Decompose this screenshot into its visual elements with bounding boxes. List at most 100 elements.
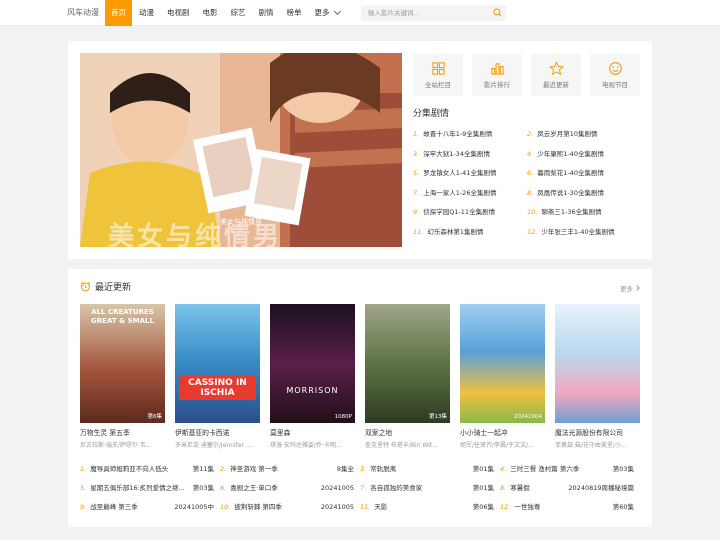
poster-image[interactable]: ALL CREATURES GREAT & SMALL 第6集 (80, 304, 165, 423)
episode-item[interactable]: 4. 少年康熙1-40全集剧情 (527, 149, 643, 160)
nav-home[interactable]: 首页 (105, 0, 132, 26)
nav-movie[interactable]: 电影 (197, 0, 224, 26)
episode-item[interactable]: 5. 罗龙镇女人1-41全集剧情 (413, 168, 527, 179)
nav-tv[interactable]: 电视剧 (161, 0, 196, 26)
episode-num: 12. (527, 227, 538, 236)
nav-anime[interactable]: 动漫 (133, 0, 160, 26)
star-icon (548, 61, 564, 76)
poster-image[interactable]: CASSINO IN ISCHIA (175, 304, 260, 423)
poster-card[interactable]: ALL CREATURES GREAT & SMALL 第6集 万物生灵 第五季… (80, 304, 165, 449)
list-item[interactable]: 3. 常轨脱离 第01集 (360, 464, 500, 475)
item-num: 9. (80, 503, 87, 511)
list-item[interactable]: 5. 星期五俱乐部16:炙烈爱情之继... 第03集 (80, 483, 220, 494)
episode-item[interactable]: 11. 幻乐森林第1集剧情 (413, 227, 527, 238)
quick-all-columns[interactable]: 全站栏目 (413, 54, 463, 96)
quick-label: 最近更新 (543, 81, 569, 89)
episode-item[interactable]: 3. 深牢大狱1-34全集剧情 (413, 149, 527, 160)
episode-num: 4. (527, 149, 534, 158)
poster-row: ALL CREATURES GREAT & SMALL 第6集 万物生灵 第五季… (80, 304, 640, 449)
quick-ranking[interactable]: 影片排行 (472, 54, 522, 96)
main-nav: 首页 动漫 电视剧 电影 综艺 剧情 榜单 更多 (105, 0, 347, 26)
recent-title: 最近更新 (95, 283, 132, 293)
poster-card[interactable]: MORRISON 1080P 莫里森 琪洛·安玛达雅姿/乔·卡明... (270, 304, 355, 449)
episode-item[interactable]: 6. 暮雨梨花1-40全集剧情 (527, 168, 643, 179)
quick-label: 全站栏目 (425, 81, 451, 89)
list-item[interactable]: 1. 魔导具师妲莉亚不向人低头 第11集 (80, 464, 220, 475)
poster-cast: 尼古拉斯·瑞夫/萨缪尔·韦... (80, 442, 152, 449)
episode-item[interactable]: 1. 故晋十八年1-9全集剧情 (413, 129, 527, 140)
episodes-title: 分集剧情 (413, 109, 450, 119)
episode-text: 深牢大狱1-34全集剧情 (423, 149, 490, 158)
recent-text-list: 1. 魔导具师妲莉亚不向人低头 第11集 2. 神圣游戏 第一季 8集全 3. 常轨脱离第… (80, 464, 640, 513)
item-num: 5. (80, 484, 87, 492)
list-item[interactable]: 9. 战至巅峰 第三季 20241005中 (80, 502, 220, 513)
list-item[interactable]: 7. 各自孤独的美食家 第01集 (360, 483, 500, 494)
poster-title-art: MORRISON (286, 386, 339, 395)
list-item[interactable]: 8. 寒暑假 20240819周播秘境篇 (500, 483, 640, 494)
episode-text: 少年张三丰1-40全集剧情 (541, 227, 615, 236)
quick-tv-program[interactable]: 电视节目 (590, 54, 640, 96)
item-name: 常轨脱离 (370, 465, 397, 473)
banner-caption: 美女与纯情男 (220, 218, 262, 226)
poster-title[interactable]: 双案之地 (365, 427, 450, 437)
item-name: 星期五俱乐部16:炙烈爱情之继... (90, 484, 185, 492)
alarm-clock-icon (80, 281, 91, 292)
item-status: 第01集 (472, 484, 494, 492)
list-item[interactable]: 11. 天影 第06集 (360, 502, 500, 513)
nav-more[interactable]: 更多 (309, 0, 346, 26)
item-name: 战至巅峰 第三季 (90, 503, 138, 511)
nav-ranking[interactable]: 榜单 (281, 0, 308, 26)
poster-card[interactable]: CASSINO IN ISCHIA 伊斯基亚的卡西诺 多米尼克·迪塞尔/Jenn… (175, 304, 260, 449)
item-status: 20241005 (320, 484, 354, 492)
recent-more-link[interactable]: 更多 (620, 283, 640, 293)
site-logo[interactable]: 风车动漫 (67, 7, 99, 18)
featured-banner[interactable]: 美女与纯情男 美女与纯情男 (80, 53, 402, 247)
item-name: 魔导具师妲莉亚不向人低头 (90, 465, 169, 473)
episode-num: 2. (527, 130, 534, 138)
poster-card[interactable]: 第13集 双案之地 查克里特·布塔辛/Bin Wit... (365, 304, 450, 449)
item-num: 6. (220, 484, 227, 492)
item-name: 天影 (374, 503, 388, 511)
poster-title[interactable]: 万物生灵 第五季 (80, 427, 165, 437)
episode-item[interactable]: 10. 聊斋三1-36全集剧情 (527, 207, 643, 218)
episode-num: 9. (413, 208, 420, 216)
list-item[interactable]: 2. 神圣游戏 第一季 8集全 (220, 464, 360, 475)
poster-title[interactable]: 小小骑士一起冲 (460, 427, 545, 437)
recent-updates-panel: 最近更新 更多 ALL CREATURES GREAT & SMALL 第6集 … (68, 269, 652, 527)
poster-title[interactable]: 魔法光源股份有限公司 (555, 427, 640, 437)
poster-card[interactable]: 魔法光源股份有限公司 菲奥兹·菇/花守由美里/小... (555, 304, 640, 449)
chevron-right-icon (634, 285, 640, 291)
poster-image[interactable]: MORRISON 1080P (270, 304, 355, 423)
episode-text: 凤凰传说1-30全集剧情 (537, 188, 604, 197)
list-item[interactable]: 4. 三时三餐 渔村篇 第六季 第03集 (500, 464, 640, 475)
quick-recent[interactable]: 最近更新 (531, 54, 581, 96)
episode-num: 6. (527, 169, 534, 177)
nav-variety[interactable]: 综艺 (225, 0, 252, 26)
poster-cast: 菲奥兹·菇/花守由美里/小... (555, 442, 627, 449)
item-name: 神圣游戏 第一季 (230, 465, 278, 473)
poster-image[interactable]: 20241004 (460, 304, 545, 423)
episode-item[interactable]: 8. 凤凰传说1-30全集剧情 (527, 188, 643, 199)
poster-title[interactable]: 莫里森 (270, 427, 355, 437)
episode-num: 1. (413, 130, 420, 138)
poster-image[interactable] (555, 304, 640, 423)
episode-item[interactable]: 7. 上海一家人1-26全集剧情 (413, 188, 527, 199)
poster-title[interactable]: 伊斯基亚的卡西诺 (175, 427, 260, 437)
item-status: 第03集 (192, 484, 214, 492)
list-item[interactable]: 12. 一世独尊 第60集 (500, 502, 640, 513)
search-icon[interactable] (493, 8, 502, 17)
item-name: 披荆斩棘 第四季 (234, 503, 282, 511)
search-input[interactable] (361, 5, 481, 21)
episode-item[interactable]: 12. 少年张三丰1-40全集剧情 (527, 227, 643, 238)
item-name: 三时三餐 渔村篇 第六季 (510, 465, 580, 473)
list-item[interactable]: 10. 披荆斩棘 第四季 20241005 (220, 502, 360, 513)
episode-text: 上海一家人1-26全集剧情 (423, 188, 497, 197)
episode-item[interactable]: 9. 侦探学园Q1-11全集剧情 (413, 207, 527, 218)
poster-card[interactable]: 20241004 小小骑士一起冲 胡军/任贤齐/李晨/于文文/... (460, 304, 545, 449)
episode-item[interactable]: 2. 凤云岁月第10集剧情 (527, 129, 643, 140)
episode-text: 幻乐森林第1集剧情 (427, 227, 484, 236)
list-item[interactable]: 6. 喜剧之王·单口季 20241005 (220, 483, 360, 494)
nav-plot[interactable]: 剧情 (253, 0, 280, 26)
poster-cast: 胡军/任贤齐/李晨/于文文/... (460, 442, 534, 449)
poster-image[interactable]: 第13集 (365, 304, 450, 423)
